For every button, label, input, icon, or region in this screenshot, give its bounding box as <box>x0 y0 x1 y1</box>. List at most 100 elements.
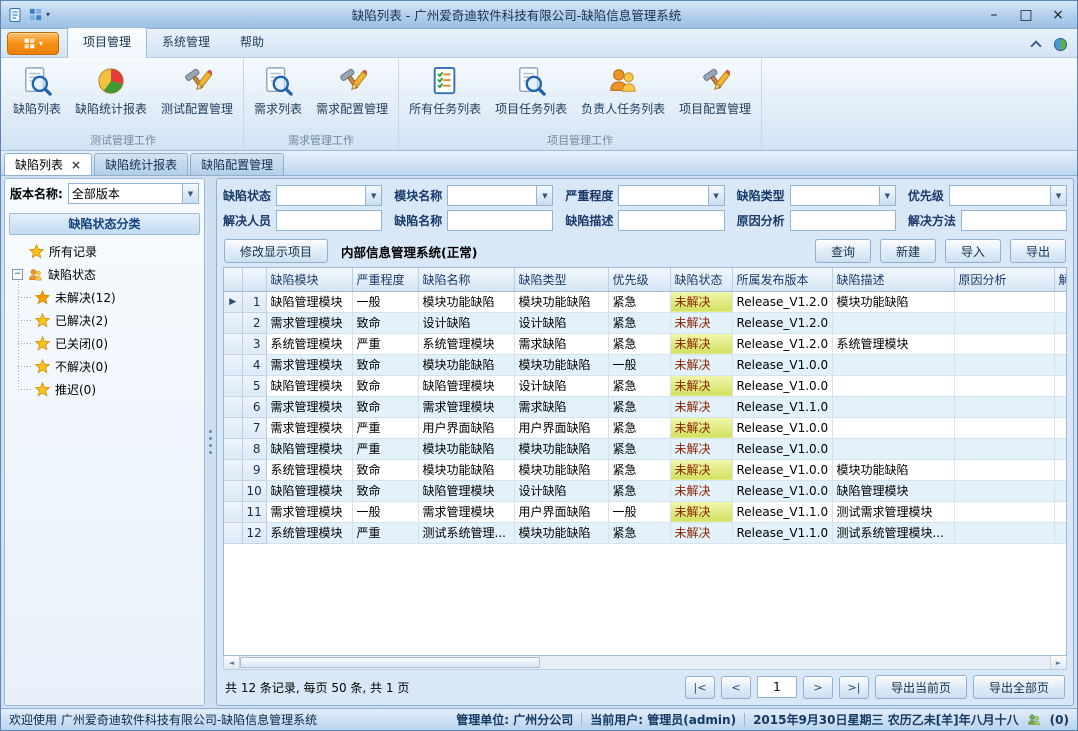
cell-solution[interactable] <box>1054 333 1067 354</box>
cell-defect-type[interactable]: 模块功能缺陷 <box>514 354 608 375</box>
cell-severity[interactable]: 致命 <box>352 312 418 333</box>
grid-row-6[interactable]: 6需求管理模块致命需求管理模块需求缺陷紧急未解决Release_V1.1.0 <box>224 396 1067 417</box>
column-header-cause-analysis[interactable]: 原因分析 <box>954 268 1054 291</box>
cell-defect-name[interactable]: 需求管理模块 <box>418 501 514 522</box>
cell-severity[interactable]: 致命 <box>352 396 418 417</box>
cell-defect-type[interactable]: 用户界面缺陷 <box>514 501 608 522</box>
cell-defect-status[interactable]: 未解决 <box>670 522 732 543</box>
window-grid-icon[interactable] <box>25 5 45 25</box>
cell-defect-name[interactable]: 需求管理模块 <box>418 396 514 417</box>
cell-defect-desc[interactable] <box>832 417 954 438</box>
cell-defect-type[interactable]: 需求缺陷 <box>514 333 608 354</box>
cell-defect-module[interactable]: 需求管理模块 <box>266 501 352 522</box>
cell-defect-module[interactable]: 缺陷管理模块 <box>266 375 352 396</box>
cell-defect-type[interactable]: 模块功能缺陷 <box>514 291 608 312</box>
export-button[interactable]: 导出 <box>1010 239 1066 263</box>
tree-node-closed[interactable]: 已关闭(0) <box>5 332 204 355</box>
cell-release-version[interactable]: Release_V1.0.0 <box>732 354 832 375</box>
tree-node-all-records[interactable]: 所有记录 <box>5 240 204 263</box>
app-logo-icon[interactable] <box>5 5 25 25</box>
cell-release-version[interactable]: Release_V1.1.0 <box>732 501 832 522</box>
cell-defect-desc[interactable] <box>832 438 954 459</box>
column-header-defect-module[interactable]: 缺陷模块 <box>266 268 352 291</box>
ribbon-button-defect-stats-report[interactable]: 缺陷统计报表 <box>68 61 154 119</box>
maximize-button[interactable]: □ <box>1011 4 1041 26</box>
ribbon-button-test-config[interactable]: 测试配置管理 <box>154 61 240 119</box>
cell-defect-status[interactable]: 未解决 <box>670 333 732 354</box>
cell-defect-status[interactable]: 未解决 <box>670 396 732 417</box>
menu-tab-system-management[interactable]: 系统管理 <box>147 28 225 57</box>
cell-defect-module[interactable]: 需求管理模块 <box>266 354 352 375</box>
cell-cause-analysis[interactable] <box>954 522 1054 543</box>
cell-defect-status[interactable]: 未解决 <box>670 459 732 480</box>
filter-input-cause-analysis[interactable] <box>790 210 896 231</box>
cell-solution[interactable] <box>1054 522 1067 543</box>
collapse-icon[interactable]: − <box>12 269 23 280</box>
cell-severity[interactable]: 致命 <box>352 480 418 501</box>
cell-defect-type[interactable]: 需求缺陷 <box>514 396 608 417</box>
grid-row-9[interactable]: 9系统管理模块致命模块功能缺陷模块功能缺陷紧急未解决Release_V1.0.0… <box>224 459 1067 480</box>
scrollbar-track[interactable] <box>240 656 1050 669</box>
collapse-ribbon-button[interactable] <box>1027 35 1045 53</box>
document-tab-defect-stats-report[interactable]: 缺陷统计报表 <box>94 153 188 175</box>
grid-row-12[interactable]: 12系统管理模块严重测试系统管理...模块功能缺陷紧急未解决Release_V1… <box>224 522 1067 543</box>
menu-tab-help[interactable]: 帮助 <box>225 28 279 57</box>
filter-input-defect-desc[interactable] <box>618 210 724 231</box>
cell-defect-status[interactable]: 未解决 <box>670 375 732 396</box>
cell-defect-type[interactable]: 设计缺陷 <box>514 375 608 396</box>
cell-priority[interactable]: 紧急 <box>608 312 670 333</box>
cell-defect-desc[interactable] <box>832 375 954 396</box>
cell-priority[interactable]: 一般 <box>608 501 670 522</box>
grid-row-11[interactable]: 11需求管理模块一般需求管理模块用户界面缺陷一般未解决Release_V1.1.… <box>224 501 1067 522</box>
cell-cause-analysis[interactable] <box>954 291 1054 312</box>
cell-defect-status[interactable]: 未解决 <box>670 291 732 312</box>
cell-cause-analysis[interactable] <box>954 501 1054 522</box>
ribbon-button-requirement-list[interactable]: 需求列表 <box>247 61 309 119</box>
quick-access-dropdown-icon[interactable]: ▾ <box>46 10 50 19</box>
cell-defect-status[interactable]: 未解决 <box>670 480 732 501</box>
cell-defect-name[interactable]: 测试系统管理... <box>418 522 514 543</box>
menu-tab-project-management[interactable]: 项目管理 <box>67 27 147 58</box>
column-header-defect-status[interactable]: 缺陷状态 <box>670 268 732 291</box>
cell-cause-analysis[interactable] <box>954 354 1054 375</box>
cell-defect-name[interactable]: 模块功能缺陷 <box>418 438 514 459</box>
cell-cause-analysis[interactable] <box>954 375 1054 396</box>
cell-priority[interactable]: 紧急 <box>608 333 670 354</box>
first-page-button[interactable]: |< <box>685 676 715 699</box>
grid-row-8[interactable]: 8缺陷管理模块严重模块功能缺陷模块功能缺陷紧急未解决Release_V1.0.0 <box>224 438 1067 459</box>
cell-cause-analysis[interactable] <box>954 417 1054 438</box>
filter-dropdown-module-name[interactable]: ▼ <box>447 185 553 206</box>
cell-defect-name[interactable]: 模块功能缺陷 <box>418 459 514 480</box>
chevron-down-icon[interactable]: ▼ <box>365 186 381 205</box>
tree-node-defect-status[interactable]: −缺陷状态 <box>5 263 204 286</box>
cell-defect-module[interactable]: 需求管理模块 <box>266 396 352 417</box>
cell-severity[interactable]: 严重 <box>352 438 418 459</box>
grid-row-7[interactable]: 7需求管理模块严重用户界面缺陷用户界面缺陷紧急未解决Release_V1.0.0 <box>224 417 1067 438</box>
cell-release-version[interactable]: Release_V1.0.0 <box>732 480 832 501</box>
tree-node-postponed[interactable]: 推迟(0) <box>5 378 204 401</box>
cell-defect-type[interactable]: 设计缺陷 <box>514 480 608 501</box>
cell-defect-type[interactable]: 设计缺陷 <box>514 312 608 333</box>
query-button[interactable]: 查询 <box>815 239 871 263</box>
cell-severity[interactable]: 严重 <box>352 522 418 543</box>
chevron-down-icon[interactable]: ▼ <box>182 184 198 203</box>
cell-defect-type[interactable]: 模块功能缺陷 <box>514 459 608 480</box>
cell-defect-status[interactable]: 未解决 <box>670 417 732 438</box>
scroll-left-icon[interactable]: ◄ <box>224 656 240 669</box>
cell-severity[interactable]: 严重 <box>352 417 418 438</box>
column-header-defect-type[interactable]: 缺陷类型 <box>514 268 608 291</box>
cell-defect-name[interactable]: 系统管理模块 <box>418 333 514 354</box>
cell-priority[interactable]: 紧急 <box>608 375 670 396</box>
cell-solution[interactable] <box>1054 459 1067 480</box>
next-page-button[interactable]: > <box>803 676 833 699</box>
cell-priority[interactable]: 紧急 <box>608 522 670 543</box>
cell-defect-name[interactable]: 缺陷管理模块 <box>418 375 514 396</box>
ribbon-button-defect-list[interactable]: 缺陷列表 <box>6 61 68 119</box>
prev-page-button[interactable]: < <box>721 676 751 699</box>
filter-dropdown-defect-type[interactable]: ▼ <box>790 185 896 206</box>
cell-priority[interactable]: 紧急 <box>608 291 670 312</box>
cell-solution[interactable] <box>1054 480 1067 501</box>
grid-row-4[interactable]: 4需求管理模块致命模块功能缺陷模块功能缺陷一般未解决Release_V1.0.0 <box>224 354 1067 375</box>
cell-priority[interactable]: 紧急 <box>608 459 670 480</box>
last-page-button[interactable]: >| <box>839 676 869 699</box>
